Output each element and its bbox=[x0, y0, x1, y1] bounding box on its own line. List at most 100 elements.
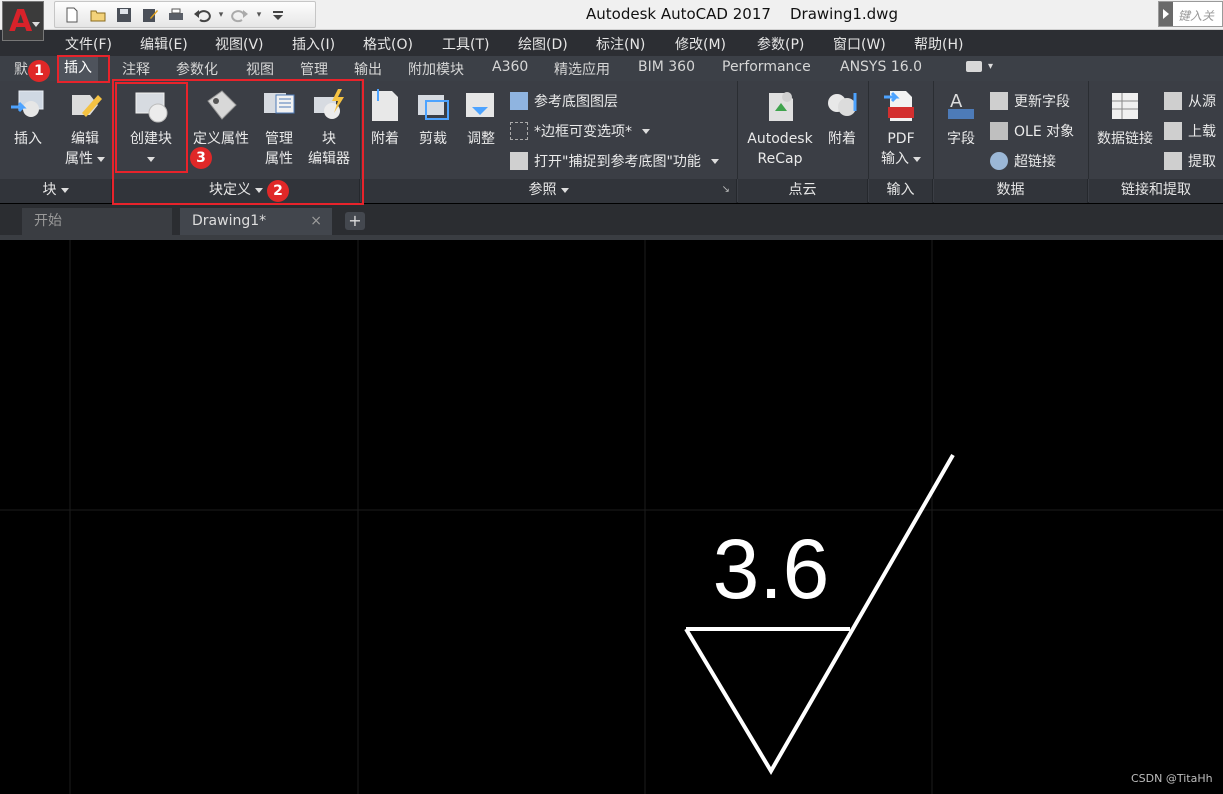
recap-icon bbox=[769, 92, 793, 121]
data-panel-footer: 数据 bbox=[934, 179, 1088, 203]
customize-qat-icon[interactable] bbox=[267, 5, 289, 25]
open-file-icon[interactable] bbox=[87, 5, 109, 25]
attach-pointcloud-button[interactable]: 附着 bbox=[822, 87, 862, 149]
tab-bim360[interactable]: BIM 360 bbox=[638, 59, 695, 75]
hyperlink-label: 超链接 bbox=[1014, 154, 1056, 170]
snap-underlay-dropdown[interactable]: 打开"捕捉到参考底图"功能 bbox=[510, 151, 719, 171]
watermark: CSDN @TitaHh bbox=[1131, 772, 1213, 785]
new-file-icon[interactable] bbox=[61, 5, 83, 25]
adjust-button[interactable]: 调整 bbox=[462, 87, 500, 149]
pdf-import-button[interactable]: PDF 输入 bbox=[878, 87, 924, 169]
tab-drawing1[interactable]: Drawing1* × bbox=[180, 208, 332, 235]
clip-button[interactable]: 剪裁 bbox=[414, 87, 452, 149]
edit-attribute-icon bbox=[72, 95, 102, 117]
data-link-button[interactable]: 数据链接 bbox=[1094, 87, 1156, 149]
close-icon[interactable]: × bbox=[310, 208, 322, 235]
tab-parametric[interactable]: 参数化 bbox=[176, 59, 218, 79]
link-extract-panel-footer: 链接和提取 bbox=[1089, 179, 1223, 203]
frame-icon bbox=[510, 122, 528, 140]
expand-arrow-icon[interactable] bbox=[1159, 2, 1173, 26]
ole-object-button[interactable]: OLE 对象 bbox=[990, 121, 1074, 141]
recap-label-2: ReCap bbox=[757, 151, 803, 167]
menu-edit[interactable]: 编辑(E) bbox=[140, 34, 188, 54]
menu-dimension[interactable]: 标注(N) bbox=[596, 34, 645, 54]
tab-a360[interactable]: A360 bbox=[492, 59, 528, 75]
tab-view[interactable]: 视图 bbox=[246, 59, 274, 79]
tab-default[interactable]: 默 bbox=[14, 59, 28, 79]
menu-tools[interactable]: 工具(T) bbox=[442, 34, 489, 54]
menu-file[interactable]: 文件(F) bbox=[65, 34, 112, 54]
attach-label: 附着 bbox=[371, 131, 399, 147]
menu-modify[interactable]: 修改(M) bbox=[675, 34, 726, 54]
update-fields-label: 更新字段 bbox=[1014, 94, 1070, 110]
ribbon-display-toggle-icon[interactable] bbox=[966, 61, 982, 72]
quick-access-toolbar: ▾ ▾ bbox=[54, 1, 316, 28]
hyperlink-button[interactable]: 超链接 bbox=[990, 151, 1056, 171]
tab-start-label: 开始 bbox=[34, 213, 62, 229]
menu-bar: 文件(F) 编辑(E) 视图(V) 插入(I) 格式(O) 工具(T) 绘图(D… bbox=[0, 30, 1223, 56]
download-from-source-label: 从源 bbox=[1188, 94, 1216, 110]
menu-help[interactable]: 帮助(H) bbox=[914, 34, 963, 54]
attach-reference-button[interactable]: 附着 bbox=[366, 87, 404, 149]
tab-featured-apps[interactable]: 精选应用 bbox=[554, 59, 610, 79]
snap-icon bbox=[510, 152, 528, 170]
update-fields-button[interactable]: 更新字段 bbox=[990, 91, 1070, 111]
field-button[interactable]: A 字段 bbox=[942, 87, 980, 149]
tab-addins[interactable]: 附加模块 bbox=[408, 59, 464, 79]
menu-parametric[interactable]: 参数(P) bbox=[757, 34, 804, 54]
insert-block-icon bbox=[11, 90, 44, 117]
undo-icon[interactable] bbox=[191, 5, 213, 25]
save-as-icon[interactable] bbox=[139, 5, 161, 25]
svg-text:A: A bbox=[950, 91, 963, 112]
upload-icon bbox=[1164, 122, 1182, 140]
menu-format[interactable]: 格式(O) bbox=[363, 34, 413, 54]
pointcloud-icon bbox=[828, 93, 857, 116]
pdf-import-label-2: 输入 bbox=[881, 151, 909, 167]
tab-output[interactable]: 输出 bbox=[354, 59, 382, 79]
save-icon[interactable] bbox=[113, 5, 135, 25]
dropdown-arrow-icon bbox=[710, 158, 719, 164]
upload-to-source-button[interactable]: 上载 bbox=[1164, 121, 1216, 141]
insert-label: 插入 bbox=[14, 131, 42, 147]
tab-manage[interactable]: 管理 bbox=[300, 59, 328, 79]
undo-dropdown-icon[interactable]: ▾ bbox=[217, 10, 225, 20]
search-box[interactable]: 键入关 bbox=[1158, 1, 1223, 27]
ribbon-minimize-dropdown-icon[interactable]: ▾ bbox=[988, 61, 993, 72]
download-from-source-button[interactable]: 从源 bbox=[1164, 91, 1216, 111]
adjust-label: 调整 bbox=[467, 131, 495, 147]
dropdown-arrow-icon bbox=[97, 156, 105, 162]
tab-performance[interactable]: Performance bbox=[722, 59, 811, 75]
menu-view[interactable]: 视图(V) bbox=[215, 34, 264, 54]
tab-ansys[interactable]: ANSYS 16.0 bbox=[840, 59, 922, 75]
tab-start[interactable]: 开始 bbox=[22, 208, 172, 235]
extract-data-button[interactable]: 提取 bbox=[1164, 151, 1216, 171]
data-link-label: 数据链接 bbox=[1097, 131, 1153, 147]
reference-panel-footer[interactable]: 参照 ↘ bbox=[361, 179, 737, 203]
clip-icon bbox=[418, 95, 449, 120]
drawing-canvas[interactable]: 3.6 bbox=[0, 240, 1223, 794]
field-icon: A bbox=[948, 91, 974, 119]
dialog-launcher-icon[interactable]: ↘ bbox=[722, 179, 730, 201]
print-icon[interactable] bbox=[165, 5, 187, 25]
pointcloud-panel-title: 点云 bbox=[788, 182, 817, 198]
menu-draw[interactable]: 绘图(D) bbox=[518, 34, 568, 54]
new-tab-button[interactable]: + bbox=[345, 212, 365, 230]
redo-dropdown-icon[interactable]: ▾ bbox=[255, 10, 263, 20]
autodesk-recap-button[interactable]: Autodesk ReCap bbox=[744, 87, 816, 169]
adjust-icon bbox=[466, 93, 494, 117]
tab-annotate[interactable]: 注释 bbox=[122, 59, 150, 79]
menu-insert[interactable]: 插入(I) bbox=[292, 34, 335, 54]
step-badge-3: 3 bbox=[190, 147, 212, 169]
extract-icon bbox=[1164, 152, 1182, 170]
application-menu-button[interactable]: A bbox=[2, 1, 44, 41]
snap-label: 打开"捕捉到参考底图"功能 bbox=[534, 154, 701, 170]
menu-window[interactable]: 窗口(W) bbox=[833, 34, 886, 54]
highlight-create-block bbox=[115, 82, 188, 173]
frames-dropdown[interactable]: *边框可变选项* bbox=[510, 121, 650, 141]
edit-attribute-button[interactable]: 编辑 属性 bbox=[62, 87, 108, 169]
redo-icon[interactable] bbox=[229, 5, 251, 25]
layers-icon bbox=[510, 92, 528, 110]
insert-block-button[interactable]: 插入 bbox=[8, 87, 48, 149]
underlay-layers-button[interactable]: 参考底图图层 bbox=[510, 91, 618, 111]
block-panel-footer[interactable]: 块 bbox=[0, 179, 112, 203]
